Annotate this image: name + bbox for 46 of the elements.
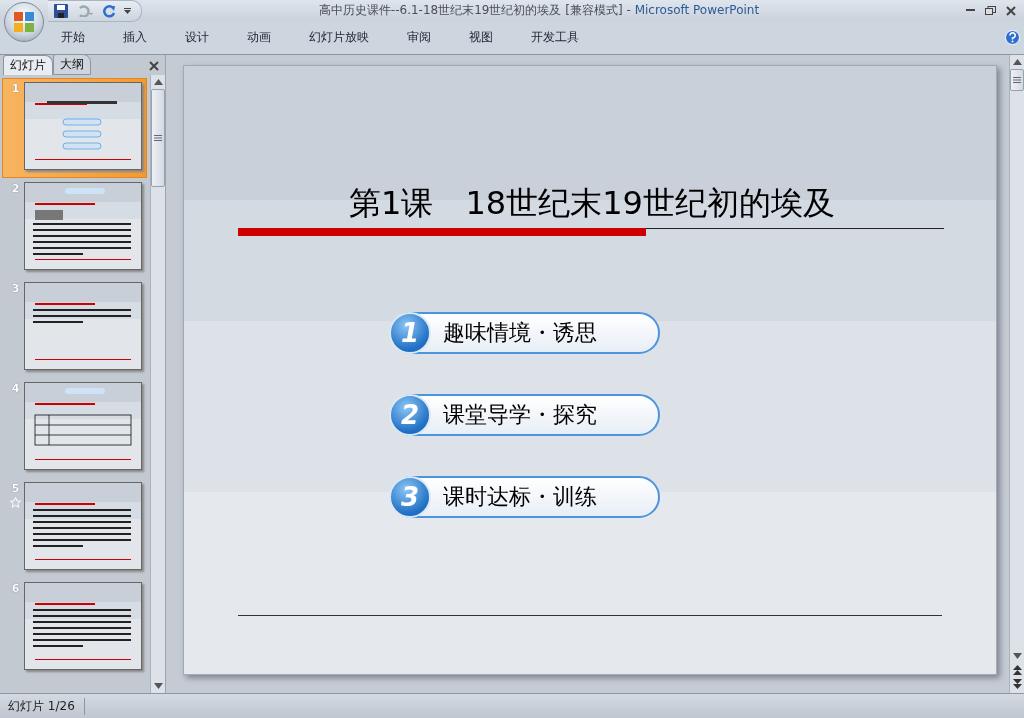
scroll-down-arrow-icon[interactable]: [153, 683, 163, 689]
section-label: 课时达标・训练: [443, 483, 597, 511]
panel-tab[interactable]: 大纲: [53, 54, 91, 75]
slide-number: 6: [11, 582, 20, 595]
section-number: 3: [389, 476, 431, 518]
scroll-down-arrow-icon[interactable]: [1012, 653, 1022, 659]
scrollbar-thumb[interactable]: [1010, 69, 1024, 91]
office-button[interactable]: [4, 2, 44, 42]
slide-number: 1: [11, 82, 20, 95]
restore-icon[interactable]: [985, 6, 996, 15]
minimize-icon[interactable]: [966, 9, 975, 12]
section-number: 1: [389, 312, 431, 354]
ribbon-tab[interactable]: 设计: [172, 29, 222, 46]
slide-number: 2: [11, 182, 20, 195]
close-icon[interactable]: [149, 60, 159, 71]
ribbon-tab[interactable]: 插入: [110, 29, 160, 46]
ribbon-tab[interactable]: 视图: [456, 29, 506, 46]
next-slide-icon[interactable]: [1012, 679, 1022, 689]
ribbon-tab[interactable]: 幻灯片放映: [296, 29, 382, 46]
ribbon-tab[interactable]: 开发工具: [518, 29, 592, 46]
section-label: 趣味情境・诱思: [443, 319, 597, 347]
scroll-up-arrow-icon[interactable]: [1012, 59, 1022, 65]
section-number: 2: [389, 394, 431, 436]
office-logo-icon: [13, 11, 35, 33]
window-title: 高中历史课件--6.1-18世纪末19世纪初的埃及 [兼容模式] - Microsoft PowerPoint: [317, 2, 761, 19]
section-label: 课堂导学・探究: [443, 401, 597, 429]
previous-slide-icon[interactable]: [1012, 665, 1022, 675]
scrollbar-thumb[interactable]: [151, 89, 165, 187]
slide-number: 3: [11, 282, 20, 295]
ribbon-tab[interactable]: 动画: [234, 29, 284, 46]
close-icon[interactable]: [1006, 5, 1016, 16]
save-icon[interactable]: [54, 3, 68, 18]
customize-caret-icon[interactable]: [124, 7, 131, 14]
slide-counter: 幻灯片 1/26: [0, 697, 85, 715]
grip-icon: [154, 135, 162, 141]
scroll-up-arrow-icon[interactable]: [153, 79, 163, 85]
ribbon-tab[interactable]: 审阅: [394, 29, 444, 46]
help-icon[interactable]: [1005, 30, 1020, 45]
slide-number: 4: [11, 382, 20, 395]
panel-tab[interactable]: 幻灯片: [3, 55, 53, 75]
slide-title-topic: 18世纪末19世纪初的埃及: [465, 183, 835, 224]
redo-icon[interactable]: [102, 3, 116, 18]
slide-number: 5: [11, 482, 20, 495]
ribbon-tab[interactable]: 开始: [48, 29, 98, 46]
grip-icon: [1013, 77, 1021, 83]
slide-title-lesson: 第1课: [349, 183, 434, 224]
